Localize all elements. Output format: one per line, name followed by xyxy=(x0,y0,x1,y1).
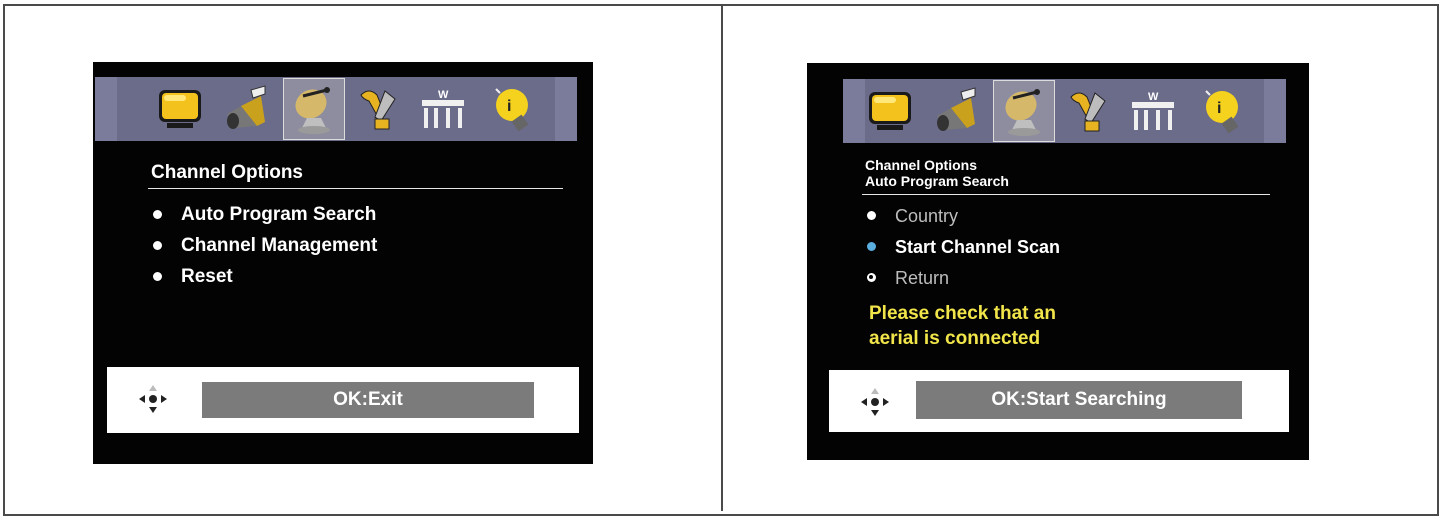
menu-item-channel-management[interactable]: Channel Management xyxy=(153,234,377,265)
bullet-icon xyxy=(153,272,162,281)
menu-item-country[interactable]: Country xyxy=(867,204,1060,235)
bullet-icon xyxy=(153,210,162,219)
menu-list: Auto Program Search Channel Management R… xyxy=(153,203,377,296)
return-icon xyxy=(867,273,876,282)
info-bulb-icon[interactable]: i xyxy=(485,83,537,135)
bullet-icon xyxy=(153,241,162,250)
navigation-arrows-icon xyxy=(861,388,889,416)
satellite-dish-icon[interactable] xyxy=(993,80,1055,142)
title-underline xyxy=(862,194,1270,195)
menu-icon-bar: W i xyxy=(95,77,577,141)
bullet-icon xyxy=(867,242,876,251)
menu-list: Country Start Channel Scan Return xyxy=(867,204,1060,297)
menu-item-start-channel-scan[interactable]: Start Channel Scan xyxy=(867,235,1060,266)
menu-breadcrumb: Channel Options Auto Program Search xyxy=(865,157,1009,189)
menu-item-return[interactable]: Return xyxy=(867,266,1060,297)
sound-speaker-icon[interactable] xyxy=(220,83,272,135)
menu-title: Channel Options xyxy=(151,162,303,183)
tv-picture-icon[interactable] xyxy=(865,85,917,137)
satellite-dish-icon[interactable] xyxy=(283,78,345,140)
info-bulb-icon[interactable]: i xyxy=(1195,85,1247,137)
title-underline xyxy=(148,188,563,189)
navigation-arrows-icon xyxy=(139,385,167,413)
osd-footer: OK:Exit xyxy=(107,367,579,433)
svg-text:W: W xyxy=(1148,91,1159,103)
wrench-tools-icon[interactable] xyxy=(353,83,405,135)
right-osd-screen: W i Channel Options Auto Program Search … xyxy=(807,63,1309,460)
panel-divider xyxy=(721,4,723,511)
left-osd-screen: W i Channel Options Auto Program Search … xyxy=(93,62,593,464)
aerial-warning-message: Please check that an aerial is connected xyxy=(869,303,1056,349)
parental-lock-icon[interactable]: W xyxy=(1127,85,1179,137)
osd-footer: OK:Start Searching xyxy=(829,370,1289,432)
sound-speaker-icon[interactable] xyxy=(930,85,982,137)
ok-start-searching-button[interactable]: OK:Start Searching xyxy=(916,381,1242,419)
tv-picture-icon[interactable] xyxy=(155,83,207,135)
menu-icon-bar: W i xyxy=(843,79,1286,143)
bullet-icon xyxy=(867,211,876,220)
svg-text:i: i xyxy=(1217,100,1221,117)
svg-text:i: i xyxy=(507,98,511,115)
ok-exit-button[interactable]: OK:Exit xyxy=(202,382,534,418)
menu-item-reset[interactable]: Reset xyxy=(153,265,377,296)
breadcrumb-parent: Channel Options xyxy=(865,157,977,173)
wrench-tools-icon[interactable] xyxy=(1063,85,1115,137)
menu-item-auto-program-search[interactable]: Auto Program Search xyxy=(153,203,377,234)
svg-text:W: W xyxy=(438,89,449,101)
parental-lock-icon[interactable]: W xyxy=(417,83,469,135)
breadcrumb-current: Auto Program Search xyxy=(865,173,1009,189)
